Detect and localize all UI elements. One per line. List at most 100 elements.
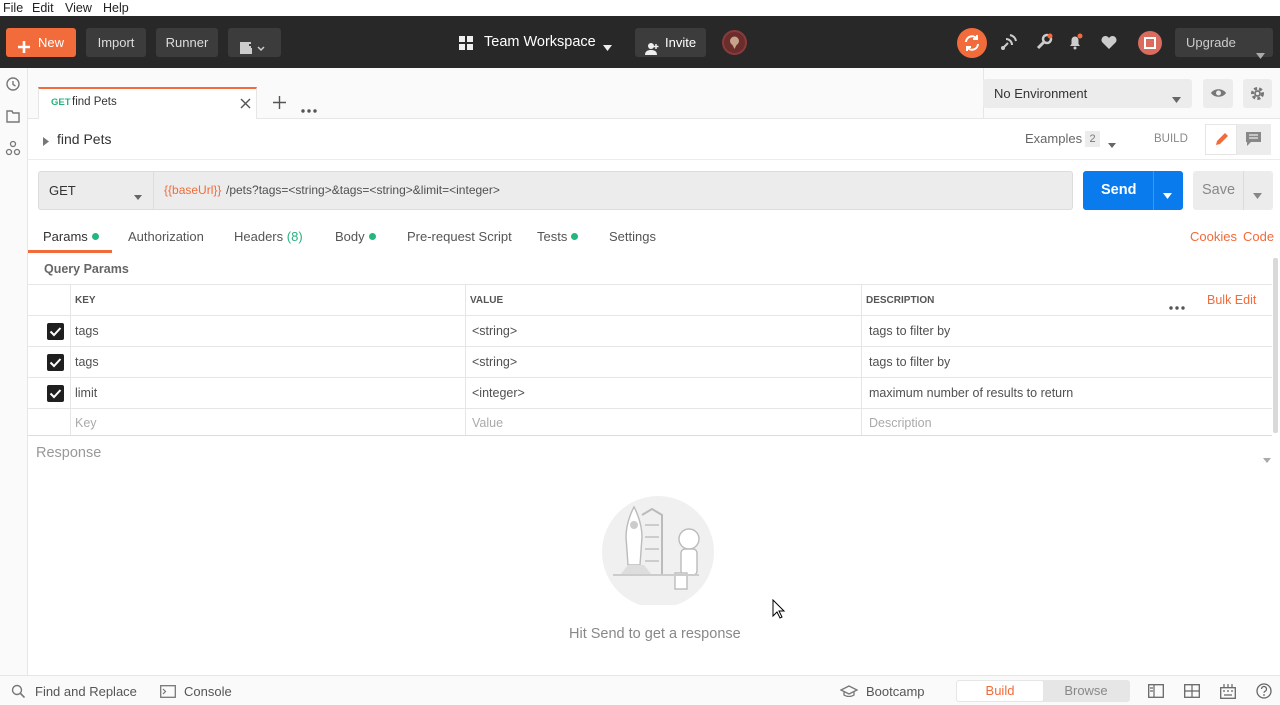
pencil-icon [1214,132,1229,150]
runner-button[interactable]: Runner [156,28,218,57]
divider [861,378,862,408]
param-value[interactable]: <string> [467,347,517,378]
new-button[interactable]: New [6,28,76,57]
help-icon[interactable] [1256,683,1272,702]
history-icon[interactable] [5,76,21,95]
send-button[interactable]: Send [1083,171,1183,210]
console-icon [160,685,176,701]
apis-icon[interactable] [5,140,21,159]
new-value-input[interactable]: Value [467,409,503,436]
chevron-down-icon[interactable] [1108,136,1116,151]
tab-authorization[interactable]: Authorization [128,229,204,244]
build-browse-toggle: Build Browse [956,680,1130,702]
workspace-label: Team Workspace [484,34,596,50]
left-sidebar [0,68,28,675]
save-button[interactable]: Save [1193,171,1273,210]
param-value[interactable]: <string> [467,316,517,347]
url-bar: GET {{baseUrl}} /pets?tags=<string>&tags… [28,160,1280,212]
url-variable: {{baseUrl}} [164,183,222,197]
tab-prerequest-script[interactable]: Pre-request Script [407,229,512,244]
invite-button[interactable]: Invite [635,28,706,57]
divider [465,378,466,408]
workspace-switcher[interactable]: Team Workspace [457,28,627,57]
import-button[interactable]: Import [86,28,146,57]
param-description[interactable]: maximum number of results to return [864,378,1073,409]
tab-settings[interactable]: Settings [609,229,656,244]
comments-button[interactable] [1237,124,1271,155]
user-avatar[interactable] [1138,31,1162,55]
chevron-down-icon [134,188,142,203]
code-link[interactable]: Code [1243,229,1274,244]
param-key[interactable]: limit [70,378,97,409]
examples-label[interactable]: Examples [1025,131,1082,146]
bulk-edit-link[interactable]: Bulk Edit [1202,285,1256,316]
collections-icon[interactable] [5,108,21,127]
environment-quicklook-button[interactable] [1203,79,1233,108]
browse-toggle[interactable]: Browse [1043,681,1129,701]
edit-mode-button[interactable] [1205,124,1237,155]
tab-body[interactable]: Body [335,229,376,244]
tab-headers[interactable]: Headers (8) [234,229,303,244]
upgrade-button[interactable]: Upgrade [1175,28,1273,59]
bell-icon[interactable] [1064,31,1086,53]
chevron-down-icon [1172,91,1181,106]
menu-view[interactable]: View [65,0,92,16]
tab-bar: GET find Pets No Environment [28,68,1280,119]
satellite-icon[interactable] [998,31,1020,53]
row-checkbox[interactable] [47,354,64,371]
row-checkbox[interactable] [47,323,64,340]
manage-environments-button[interactable] [1243,79,1272,108]
more-tabs-icon[interactable] [301,101,317,116]
url-path: /pets?tags=<string>&tags=<string>&limit=… [226,183,500,197]
menu-file[interactable]: File [3,0,23,16]
tab-tests[interactable]: Tests [537,229,579,244]
new-label: New [38,35,65,50]
tab-params[interactable]: Params [43,229,99,244]
chevron-down-icon[interactable] [1163,187,1172,202]
close-icon[interactable] [240,97,251,112]
column-header-key: KEY [75,295,96,306]
status-dot [571,233,579,240]
menu-edit[interactable]: Edit [32,0,54,16]
layout-toggle-icon[interactable] [1184,684,1200,701]
sync-status-icon[interactable] [957,28,987,58]
mouse-cursor-icon [772,598,786,622]
new-description-input[interactable]: Description [864,409,932,436]
wrench-icon[interactable] [1033,31,1055,53]
environment-label: No Environment [994,86,1088,101]
param-key[interactable]: tags [70,347,99,378]
menu-help[interactable]: Help [103,0,129,16]
status-dot [91,233,99,240]
more-options-icon[interactable] [1169,298,1185,313]
chevron-down-icon [603,39,612,54]
param-description[interactable]: tags to filter by [864,316,950,347]
request-title[interactable]: find Pets [57,131,111,147]
tab-tests-label: Tests [537,229,568,244]
caret-right-icon[interactable] [43,134,49,149]
table-row: tags <string> tags to filter by [28,316,1272,347]
build-toggle[interactable]: Build [957,681,1043,701]
gear-icon [1249,85,1266,105]
add-tab-icon[interactable] [273,96,286,112]
method-select[interactable]: GET [38,171,154,210]
keyboard-shortcuts-icon[interactable] [1220,683,1236,702]
row-checkbox[interactable] [47,385,64,402]
chevron-down-icon[interactable] [1253,187,1262,202]
url-input[interactable]: {{baseUrl}} /pets?tags=<string>&tags=<st… [153,171,1073,210]
param-value[interactable]: <integer> [467,378,525,409]
avatar[interactable] [722,30,747,55]
scrollbar[interactable] [1273,258,1278,433]
chevron-down-icon[interactable] [1263,451,1271,466]
environment-select[interactable]: No Environment [983,79,1192,108]
two-pane-view-icon[interactable] [1148,684,1164,701]
param-key[interactable]: tags [70,316,99,347]
new-key-input[interactable]: Key [70,409,97,436]
heart-icon[interactable] [1098,31,1120,53]
param-description[interactable]: tags to filter by [864,347,950,378]
find-replace-button[interactable]: Find and Replace [35,684,137,699]
new-window-button[interactable] [228,28,281,57]
cookies-link[interactable]: Cookies [1190,229,1237,244]
bootcamp-button[interactable]: Bootcamp [866,684,925,699]
console-button[interactable]: Console [184,684,232,699]
tab-find-pets[interactable]: GET find Pets [38,87,257,119]
